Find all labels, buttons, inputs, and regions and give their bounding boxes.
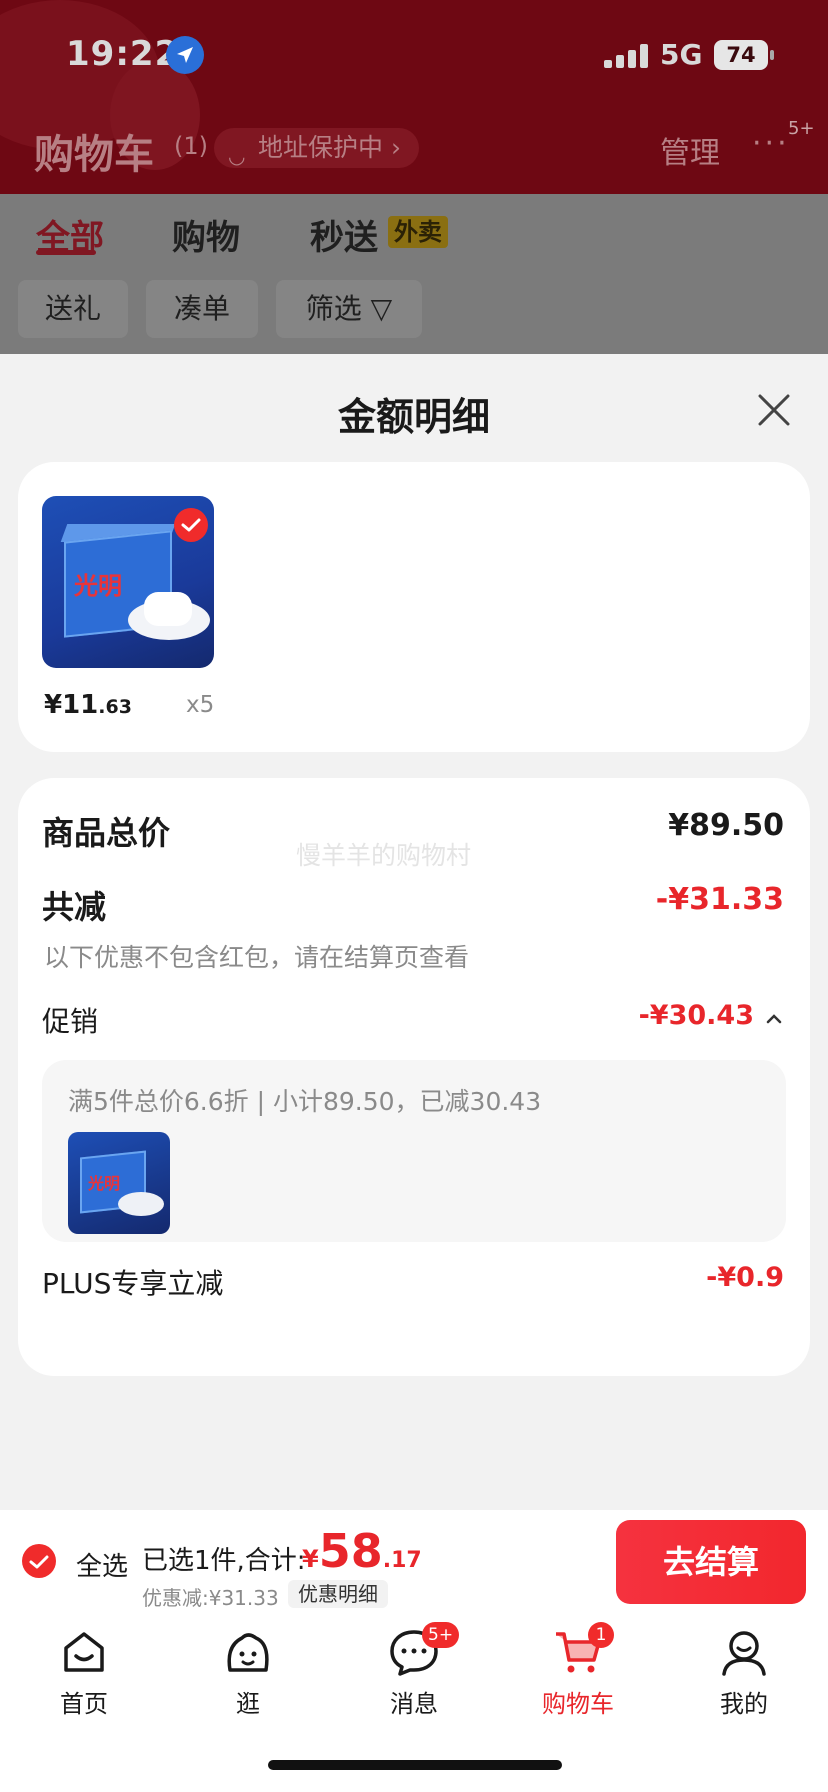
goods-total-value: ¥89.50 <box>668 808 784 843</box>
chip-gift[interactable]: 送礼 <box>18 280 128 338</box>
network-type: 5G <box>660 38 703 71</box>
chip-filter[interactable]: 筛选 ▽ <box>276 280 422 338</box>
checkout-bar: 全选 已选1件,合计: ¥58.17 优惠减:¥31.33 优惠明细 去结算 <box>0 1510 828 1614</box>
tab-label: 我的 <box>720 1690 768 1718</box>
page-title: 购物车 <box>34 132 154 178</box>
product-brand: 光明 <box>74 572 122 600</box>
chevron-up-icon[interactable] <box>766 1014 782 1024</box>
total-reduce-label: 共减 <box>42 888 107 926</box>
promo-label: 促销 <box>42 1005 99 1038</box>
plus-discount-value: -¥0.9 <box>706 1262 784 1293</box>
total-reduce-value: -¥31.33 <box>655 882 784 917</box>
item-price-int: ¥11 <box>44 690 99 720</box>
checkout-button[interactable]: 去结算 <box>616 1520 806 1604</box>
price-detail-sheet: 金额明细 光明 ¥11.63 x5 商品总价 ¥89.50 慢羊羊的购物村 共减… <box>0 356 828 1511</box>
tab-label: 首页 <box>60 1690 108 1718</box>
tab-shopping[interactable]: 购物 <box>172 210 240 259</box>
goods-total-label: 商品总价 <box>42 814 171 852</box>
check-icon <box>174 508 208 542</box>
cart-badge: 1 <box>588 1622 614 1648</box>
item-quantity: x5 <box>186 692 215 718</box>
tab-label: 逛 <box>236 1690 260 1718</box>
discount-detail-button[interactable]: 优惠明细 <box>288 1580 388 1608</box>
cart-count: (1) <box>174 132 208 160</box>
tab-label: 购物车 <box>542 1690 614 1718</box>
more-badge: 5+ <box>788 118 815 139</box>
product-brand: 光明 <box>88 1174 121 1193</box>
cart-header: 19:22 5G 74 购物车 (1) ◡ 地址保护中 › 管理 ··· 5+ <box>0 0 828 194</box>
home-icon <box>64 1632 104 1672</box>
location-arrow-icon <box>166 36 204 74</box>
battery-level: 74 <box>726 43 756 67</box>
chip-add-on[interactable]: 凑单 <box>146 280 258 338</box>
promo-product-thumbnail[interactable]: 光明 <box>68 1132 170 1234</box>
plus-discount-label: PLUS专享立减 <box>42 1267 224 1300</box>
item-card: 光明 ¥11.63 x5 <box>18 462 810 752</box>
selected-summary: 已选1件,合计: <box>142 1546 306 1576</box>
discount-summary: 优惠减:¥31.33 <box>142 1586 279 1610</box>
home-indicator <box>268 1760 562 1770</box>
tabbar-messages[interactable]: 5+ 消息 <box>354 1622 474 1736</box>
more-icon[interactable]: ··· <box>752 126 790 161</box>
promo-detail-box: 满5件总价6.6折 | 小计89.50，已减30.43 光明 <box>42 1060 786 1242</box>
tab-instant-delivery[interactable]: 秒送 <box>310 210 378 259</box>
checkout-total: ¥58.17 <box>302 1524 422 1578</box>
select-all-checkbox[interactable] <box>22 1544 56 1578</box>
takeout-badge: 外卖 <box>388 216 448 248</box>
smile-icon: ◡ <box>228 144 246 168</box>
status-bar: 19:22 5G 74 <box>0 0 828 110</box>
item-price-dec: .63 <box>98 696 132 718</box>
product-image[interactable]: 光明 <box>42 496 214 668</box>
browse-icon <box>227 1633 269 1672</box>
product-tofu <box>144 592 192 626</box>
select-all-label[interactable]: 全选 <box>76 1546 128 1583</box>
profile-icon <box>722 1631 766 1676</box>
promo-detail-text: 满5件总价6.6折 | 小计89.50，已减30.43 <box>68 1087 542 1116</box>
tabbar-browse[interactable]: 逛 <box>188 1626 308 1736</box>
product-plate <box>118 1192 164 1216</box>
amount-detail-card: 商品总价 ¥89.50 慢羊羊的购物村 共减 -¥31.33 以下优惠不包含红包… <box>18 778 810 1376</box>
battery-tip <box>770 50 774 60</box>
active-tab-indicator <box>36 250 96 255</box>
total-int: 58 <box>318 1524 383 1578</box>
item-price: ¥11.63 <box>44 690 132 720</box>
tab-label: 消息 <box>390 1690 438 1718</box>
manage-button[interactable]: 管理 <box>660 128 720 172</box>
total-currency: ¥ <box>302 1545 319 1573</box>
total-dec: .17 <box>382 1548 422 1573</box>
battery-icon: 74 <box>714 40 768 70</box>
address-protection-label: 地址保护中 › <box>258 133 401 162</box>
status-time: 19:22 <box>66 34 180 74</box>
discount-hint: 以下优惠不包含红包，请在结算页查看 <box>44 943 470 972</box>
address-protection-button[interactable]: ◡ 地址保护中 › <box>214 128 419 168</box>
cellular-signal-icon <box>604 44 648 68</box>
message-badge: 5+ <box>422 1622 460 1648</box>
tabbar-profile[interactable]: 我的 <box>684 1626 804 1736</box>
close-icon[interactable] <box>752 388 796 432</box>
watermark: 慢羊羊的购物村 <box>296 841 472 870</box>
tabbar-cart[interactable]: 1 购物车 <box>518 1622 638 1736</box>
promo-value[interactable]: -¥30.43 <box>639 1000 754 1031</box>
tabbar-home[interactable]: 首页 <box>24 1626 144 1736</box>
sheet-title: 金额明细 <box>337 395 490 439</box>
